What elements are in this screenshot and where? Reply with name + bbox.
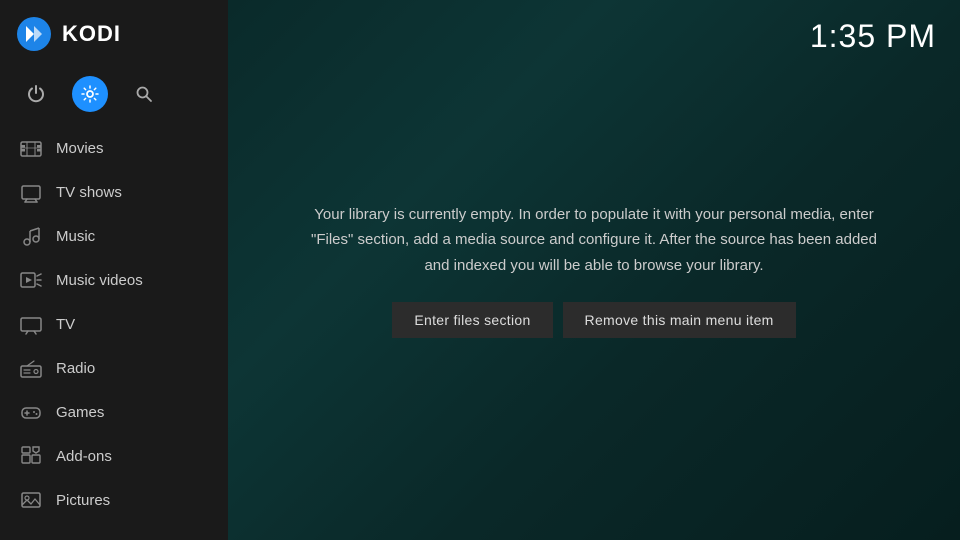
sidebar-item-addons[interactable]: Add-ons bbox=[0, 434, 228, 478]
sidebar-item-pictures-label: Pictures bbox=[56, 492, 110, 509]
kodi-logo-icon bbox=[16, 16, 52, 52]
addons-icon bbox=[20, 445, 42, 467]
sidebar-nav: Movies TV shows bbox=[0, 126, 228, 540]
power-button[interactable] bbox=[18, 76, 54, 112]
music-icon bbox=[20, 225, 42, 247]
sidebar-item-tvshows[interactable]: TV shows bbox=[0, 170, 228, 214]
tv-shows-icon bbox=[20, 181, 42, 203]
sidebar-item-tv-label: TV bbox=[56, 316, 75, 333]
sidebar-item-music-label: Music bbox=[56, 228, 95, 245]
library-empty-message: Your library is currently empty. In orde… bbox=[304, 202, 884, 279]
sidebar-item-tvshows-label: TV shows bbox=[56, 184, 122, 201]
remove-menu-item-button[interactable]: Remove this main menu item bbox=[563, 302, 796, 338]
games-icon bbox=[20, 401, 42, 423]
main-content: 1:35 PM Your library is currently empty.… bbox=[228, 0, 960, 540]
sidebar-item-tv[interactable]: TV bbox=[0, 302, 228, 346]
sidebar-header: KODI bbox=[0, 0, 228, 68]
radio-icon bbox=[20, 357, 42, 379]
time-display: 1:35 PM bbox=[810, 18, 936, 55]
sidebar-item-music[interactable]: Music bbox=[0, 214, 228, 258]
library-empty-box: Your library is currently empty. In orde… bbox=[264, 172, 924, 369]
sidebar-item-music-videos-label: Music videos bbox=[56, 272, 143, 289]
sidebar-item-movies-label: Movies bbox=[56, 140, 104, 157]
sidebar-item-music-videos[interactable]: Music videos bbox=[0, 258, 228, 302]
pictures-icon bbox=[20, 489, 42, 511]
music-videos-icon bbox=[20, 269, 42, 291]
sidebar-item-radio[interactable]: Radio bbox=[0, 346, 228, 390]
sidebar: KODI bbox=[0, 0, 228, 540]
search-button[interactable] bbox=[126, 76, 162, 112]
sidebar-item-games-label: Games bbox=[56, 404, 104, 421]
movies-icon bbox=[20, 137, 42, 159]
action-buttons: Enter files section Remove this main men… bbox=[304, 302, 884, 338]
app-title: KODI bbox=[62, 21, 121, 47]
settings-button[interactable] bbox=[72, 76, 108, 112]
sidebar-item-pictures[interactable]: Pictures bbox=[0, 478, 228, 522]
enter-files-button[interactable]: Enter files section bbox=[392, 302, 552, 338]
sidebar-item-movies[interactable]: Movies bbox=[0, 126, 228, 170]
tv-icon bbox=[20, 313, 42, 335]
sidebar-item-addons-label: Add-ons bbox=[56, 448, 112, 465]
sidebar-icon-row bbox=[0, 68, 228, 126]
sidebar-item-games[interactable]: Games bbox=[0, 390, 228, 434]
sidebar-item-radio-label: Radio bbox=[56, 360, 95, 377]
